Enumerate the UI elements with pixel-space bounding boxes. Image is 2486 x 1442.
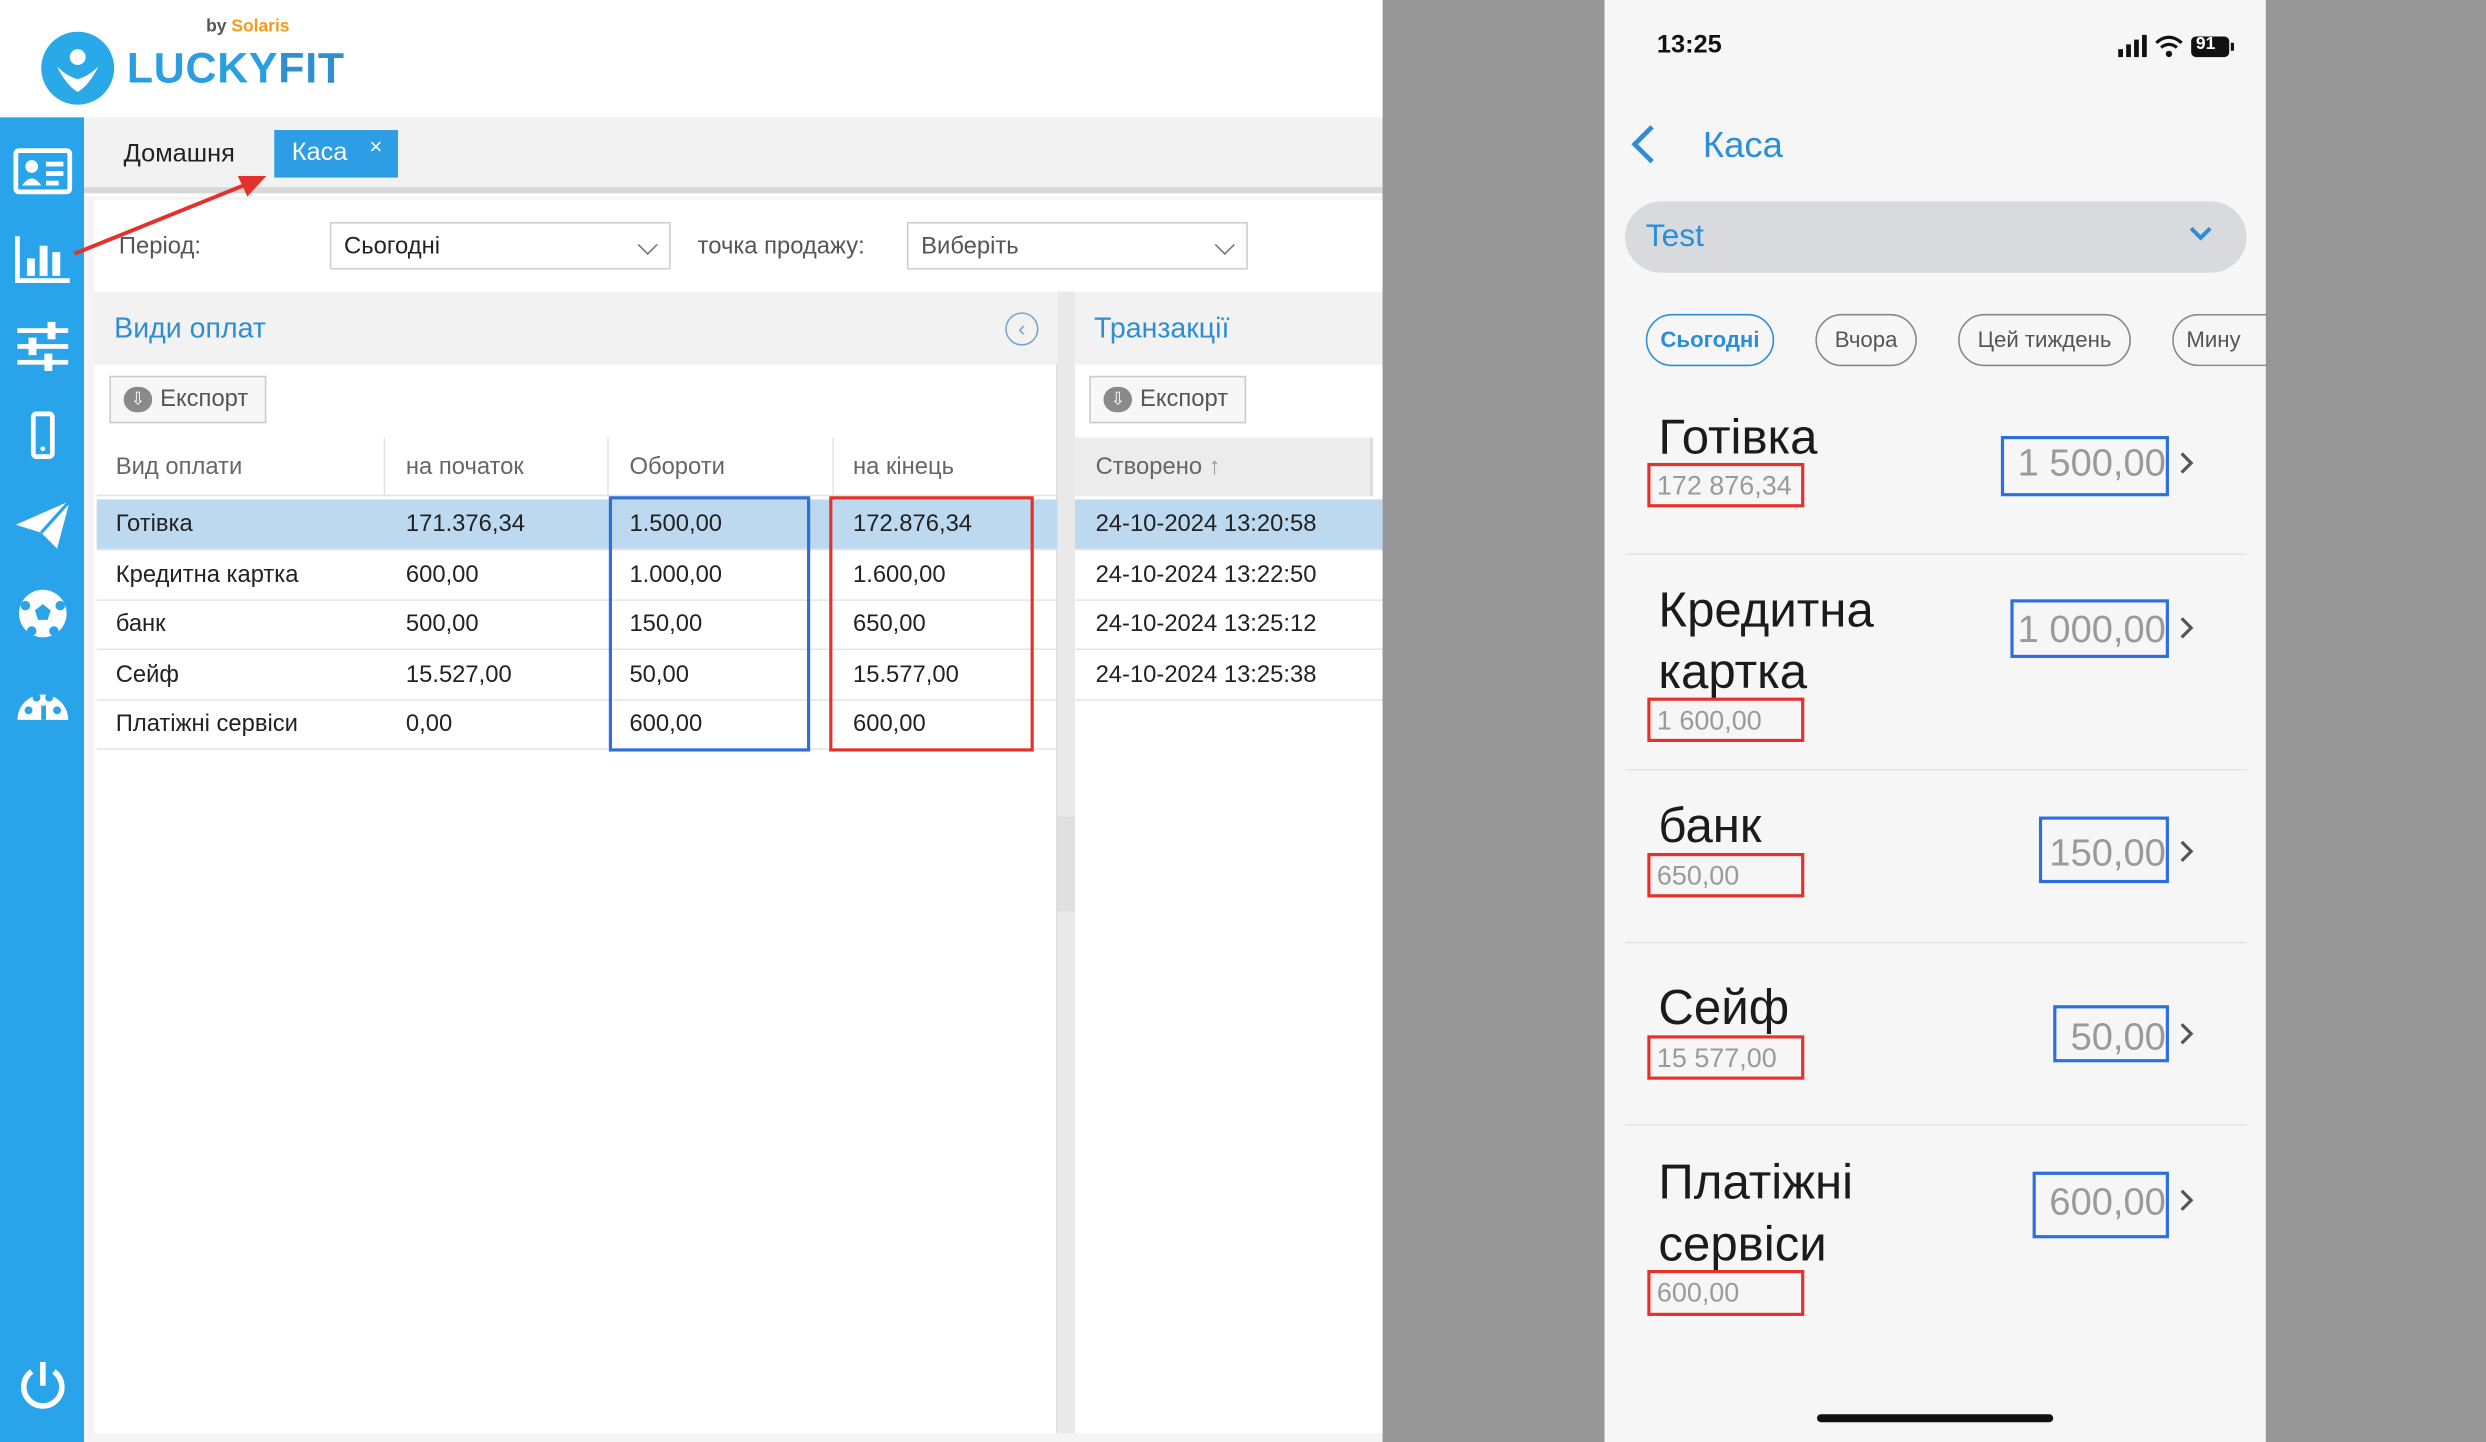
row-name: банк <box>1658 797 1762 853</box>
clients-icon[interactable] <box>0 128 84 214</box>
col-header-created[interactable]: Створено ↑ <box>1096 453 1221 480</box>
period-select-value: Сьогодні <box>344 233 441 261</box>
chevron-right-icon[interactable] <box>2177 1188 2196 1213</box>
table-row[interactable]: 24-10-2024 13:22:50 <box>1074 550 1383 601</box>
turnover-highlight-box <box>2000 436 2169 497</box>
settings-sliders-icon[interactable] <box>0 304 84 390</box>
palette-icon[interactable] <box>0 660 84 746</box>
chevron-down-icon <box>637 234 658 256</box>
cell-start: 500,00 <box>405 610 479 638</box>
battery-level: 91 <box>2195 34 2216 54</box>
phone-page-title: Каса <box>1702 123 1783 165</box>
sort-asc-icon: ↑ <box>1208 453 1221 481</box>
send-icon[interactable] <box>0 482 84 568</box>
chevron-right-icon[interactable] <box>2177 615 2196 640</box>
chip-today[interactable]: Сьогодні <box>1645 313 1775 367</box>
club-select[interactable] <box>1625 201 2247 273</box>
cell-start: 0,00 <box>405 710 453 738</box>
period-select[interactable]: Сьогодні <box>329 221 671 270</box>
chip-yesterday[interactable]: Вчора <box>1815 313 1917 367</box>
table-row[interactable]: 24-10-2024 13:25:38 <box>1074 650 1383 701</box>
backdrop <box>2265 0 2486 1442</box>
divider <box>1625 553 2247 555</box>
point-of-sale-label: точка продажу: <box>697 233 865 261</box>
cell-type: Кредитна картка <box>115 561 299 589</box>
chevron-right-icon[interactable] <box>2177 450 2196 475</box>
transactions-panel-title: Транзакції <box>1093 312 1230 345</box>
col-header-turnover[interactable]: Обороти <box>629 453 724 480</box>
cell-created: 24-10-2024 13:20:58 <box>1095 510 1317 538</box>
cell-type: банк <box>115 610 166 638</box>
download-icon: ⇩ <box>123 386 153 413</box>
end-balance-highlight-box <box>829 496 1034 752</box>
cell-start: 15.527,00 <box>405 661 512 689</box>
download-icon: ⇩ <box>1103 386 1133 413</box>
end-balance-highlight-box <box>1647 852 1805 898</box>
cell-start: 600,00 <box>405 561 479 589</box>
export-label: Експорт <box>1139 385 1229 413</box>
luckyfit-logo-icon <box>41 31 115 105</box>
backdrop <box>1382 0 1605 1442</box>
turnover-highlight-box <box>2032 1171 2169 1239</box>
cell-type: Платіжні сервіси <box>115 710 298 738</box>
point-of-sale-select[interactable]: Виберіть <box>906 221 1248 270</box>
table-row[interactable]: 24-10-2024 13:25:12 <box>1074 599 1383 650</box>
divider <box>1625 1124 2247 1126</box>
table-row[interactable]: 24-10-2024 13:20:58 <box>1074 499 1383 550</box>
brand-name: LUCKYFIT <box>126 44 345 92</box>
status-time: 13:25 <box>1656 31 1722 59</box>
end-balance-highlight-box <box>1647 462 1805 508</box>
row-name: Платіжні сервіси <box>1658 1154 1854 1272</box>
row-name: Готівка <box>1658 409 1818 465</box>
cell-start: 171.376,34 <box>405 510 525 538</box>
turnover-highlight-box <box>2010 599 2169 658</box>
divider <box>1625 941 2247 944</box>
end-balance-highlight-box <box>1647 1269 1805 1316</box>
end-balance-highlight-box <box>1647 697 1805 743</box>
export-button[interactable]: ⇩ Експорт <box>1089 375 1247 424</box>
col-header-end[interactable]: на кінець <box>853 453 954 480</box>
turnover-highlight-box <box>2038 816 2169 884</box>
turnover-highlight-box <box>2053 1005 2169 1063</box>
period-label: Період: <box>118 233 201 261</box>
cell-type: Сейф <box>115 661 180 689</box>
col-header-start[interactable]: на початок <box>406 453 524 480</box>
brand-by: by Solaris <box>206 17 290 37</box>
row-name: Сейф <box>1658 979 1790 1036</box>
back-chevron-icon[interactable] <box>1628 124 1660 165</box>
end-balance-highlight-box <box>1647 1035 1805 1080</box>
chip-last-period[interactable]: Мину <box>2172 313 2268 367</box>
power-icon[interactable] <box>0 1345 84 1431</box>
divider <box>1625 768 2247 771</box>
chevron-right-icon[interactable] <box>2177 839 2196 864</box>
cell-created: 24-10-2024 13:25:12 <box>1095 610 1317 638</box>
sidebar <box>0 117 85 1442</box>
chevron-down-icon <box>1214 234 1235 256</box>
club-select-value: Test <box>1645 218 1704 254</box>
splitter-handle[interactable] <box>1057 816 1075 912</box>
point-of-sale-placeholder: Виберіть <box>921 233 1019 261</box>
payments-panel-title: Види оплат <box>114 312 266 345</box>
status-icons: 91 <box>2115 32 2239 61</box>
home-indicator[interactable] <box>1816 1414 2054 1423</box>
col-header-payment-type[interactable]: Вид оплати <box>116 453 243 480</box>
turnover-highlight-box <box>608 496 811 752</box>
collapse-icon[interactable]: ‹ <box>1005 312 1039 346</box>
reports-icon[interactable] <box>0 216 84 302</box>
mobile-icon[interactable] <box>0 393 84 479</box>
chevron-down-icon <box>2189 226 2212 241</box>
sport-ball-icon[interactable] <box>0 571 84 657</box>
export-label: Експорт <box>160 385 249 413</box>
tab-home[interactable]: Домашня <box>124 141 235 170</box>
close-tab-icon[interactable]: × <box>369 133 382 158</box>
export-button[interactable]: ⇩ Експорт <box>109 375 267 424</box>
cell-created: 24-10-2024 13:22:50 <box>1095 561 1317 589</box>
cell-created: 24-10-2024 13:25:38 <box>1095 661 1317 689</box>
chip-this-week[interactable]: Цей тиждень <box>1958 313 2131 367</box>
chevron-right-icon[interactable] <box>2177 1021 2196 1046</box>
row-name: Кредитна картка <box>1658 581 1874 700</box>
cell-type: Готівка <box>115 510 193 538</box>
